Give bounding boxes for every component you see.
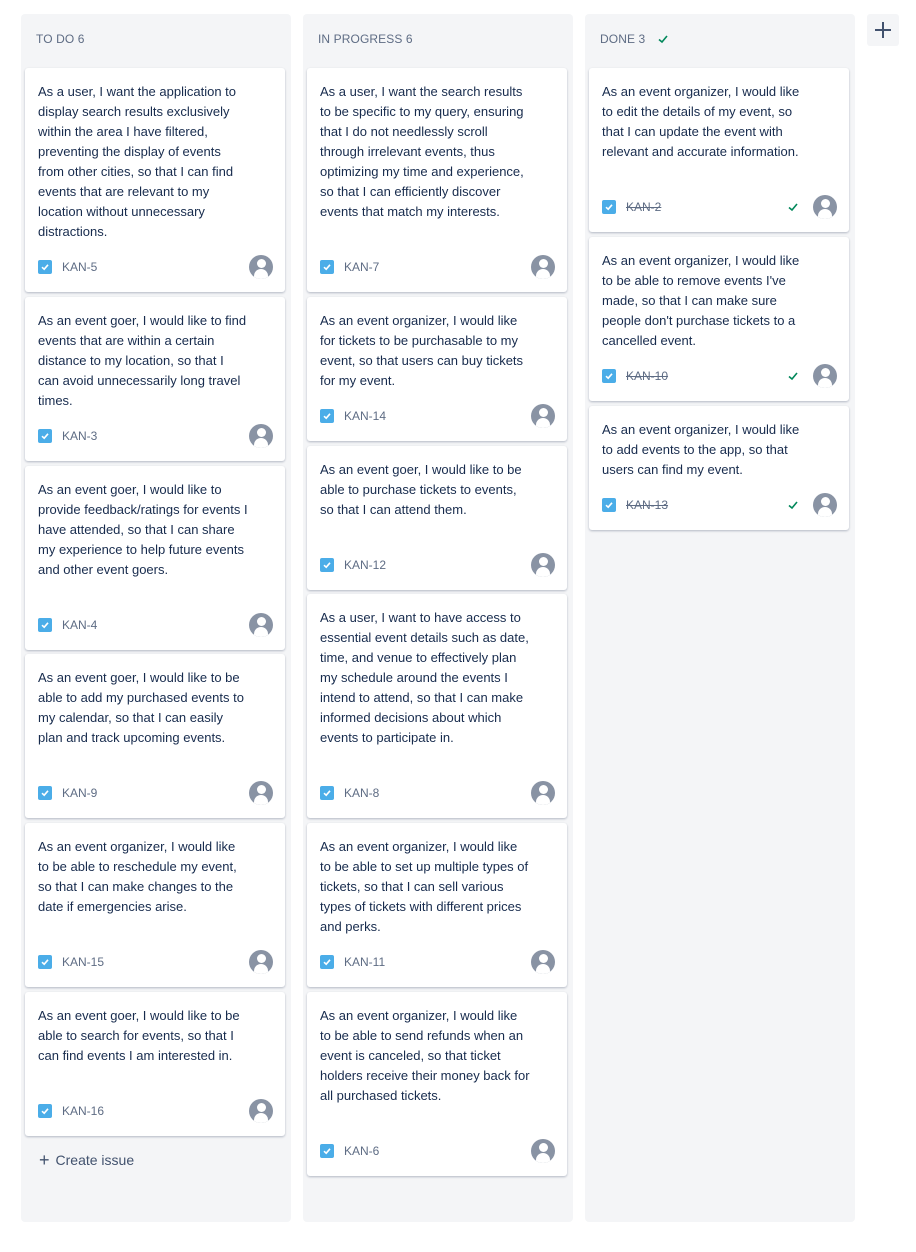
column-header: TO DO 6 xyxy=(36,32,85,46)
card-summary: As an event organizer, I would like to e… xyxy=(602,84,800,159)
assignee-avatar-icon[interactable] xyxy=(813,493,837,517)
issue-card[interactable]: As an event organizer, I would like to b… xyxy=(307,992,567,1176)
issue-key[interactable]: KAN-12 xyxy=(344,558,386,572)
check-icon xyxy=(658,35,668,44)
story-checkbox-icon xyxy=(320,1144,334,1158)
assignee-avatar-icon[interactable] xyxy=(249,781,273,805)
issue-card[interactable]: As an event goer, I would like to be abl… xyxy=(25,654,285,818)
column-title: DONE 3 xyxy=(600,32,646,46)
issue-key[interactable]: KAN-7 xyxy=(344,260,379,274)
column-title: TO DO 6 xyxy=(36,32,85,46)
card-summary: As an event goer, I would like to be abl… xyxy=(38,1008,240,1063)
story-checkbox-icon xyxy=(602,200,616,214)
assignee-avatar-icon[interactable] xyxy=(531,255,555,279)
assignee-avatar-icon[interactable] xyxy=(813,195,837,219)
story-checkbox-icon xyxy=(38,618,52,632)
issue-card[interactable]: As an event organizer, I would like to e… xyxy=(589,68,849,232)
card-summary: As a user, I want the application to dis… xyxy=(38,84,237,239)
story-checkbox-icon xyxy=(320,558,334,572)
issue-card[interactable]: As an event organizer, I would like to b… xyxy=(25,823,285,987)
assignee-avatar-icon[interactable] xyxy=(249,1099,273,1123)
story-checkbox-icon xyxy=(38,1104,52,1118)
issue-card[interactable]: As an event goer, I would like to be abl… xyxy=(25,992,285,1136)
issue-key[interactable]: KAN-6 xyxy=(344,1144,379,1158)
story-checkbox-icon xyxy=(320,409,334,423)
issue-card[interactable]: As an event organizer, I would like to a… xyxy=(589,406,849,530)
plus-icon xyxy=(875,22,891,38)
issue-card[interactable]: As an event goer, I would like to provid… xyxy=(25,466,285,650)
story-checkbox-icon xyxy=(320,786,334,800)
issue-card[interactable]: As a user, I want the search results to … xyxy=(307,68,567,292)
issue-card[interactable]: As an event goer, I would like to find e… xyxy=(25,297,285,461)
card-summary: As an event organizer, I would like to b… xyxy=(320,839,529,934)
plus-icon: + xyxy=(39,1150,50,1170)
done-check-icon xyxy=(788,203,798,212)
assignee-avatar-icon[interactable] xyxy=(531,950,555,974)
issue-key[interactable]: KAN-3 xyxy=(62,429,97,443)
story-checkbox-icon xyxy=(38,260,52,274)
card-summary: As an event organizer, I would like to b… xyxy=(38,839,237,914)
issue-card[interactable]: As an event goer, I would like to be abl… xyxy=(307,446,567,590)
issue-key[interactable]: KAN-10 xyxy=(626,369,668,383)
assignee-avatar-icon[interactable] xyxy=(531,553,555,577)
done-check-icon xyxy=(788,501,798,510)
assignee-avatar-icon[interactable] xyxy=(531,781,555,805)
card-summary: As an event organizer, I would like to a… xyxy=(602,422,800,477)
assignee-avatar-icon[interactable] xyxy=(249,613,273,637)
issue-key[interactable]: KAN-5 xyxy=(62,260,97,274)
issue-key[interactable]: KAN-11 xyxy=(344,955,385,969)
done-check-icon xyxy=(788,372,798,381)
column-header: DONE 3 xyxy=(600,32,669,46)
column-in-progress: IN PROGRESS 6 As a user, I want the sear… xyxy=(303,14,573,1222)
column-title: IN PROGRESS 6 xyxy=(318,32,413,46)
issue-key[interactable]: KAN-13 xyxy=(626,498,668,512)
assignee-avatar-icon[interactable] xyxy=(249,255,273,279)
story-checkbox-icon xyxy=(38,786,52,800)
issue-key[interactable]: KAN-2 xyxy=(626,200,661,214)
issue-card[interactable]: As an event organizer, I would like for … xyxy=(307,297,567,441)
column-header: IN PROGRESS 6 xyxy=(318,32,413,46)
card-summary: As an event goer, I would like to provid… xyxy=(38,482,248,577)
card-summary: As an event goer, I would like to find e… xyxy=(38,313,247,408)
assignee-avatar-icon[interactable] xyxy=(531,1139,555,1163)
issue-card[interactable]: As a user, I want to have access to esse… xyxy=(307,594,567,818)
card-summary: As an event organizer, I would like to b… xyxy=(320,1008,530,1103)
column-done: DONE 3 As an event organizer, I would li… xyxy=(585,14,855,1222)
add-column-button[interactable] xyxy=(867,14,899,46)
story-checkbox-icon xyxy=(602,498,616,512)
issue-key[interactable]: KAN-9 xyxy=(62,786,97,800)
story-checkbox-icon xyxy=(38,955,52,969)
card-summary: As an event goer, I would like to be abl… xyxy=(320,462,522,517)
card-summary: As a user, I want the search results to … xyxy=(320,84,524,219)
assignee-avatar-icon[interactable] xyxy=(249,950,273,974)
story-checkbox-icon xyxy=(602,369,616,383)
assignee-avatar-icon[interactable] xyxy=(813,364,837,388)
create-issue-button[interactable]: + Create issue xyxy=(39,1150,135,1170)
card-summary: As an event organizer, I would like to b… xyxy=(602,253,800,348)
issue-key[interactable]: KAN-14 xyxy=(344,409,386,423)
card-summary: As an event organizer, I would like for … xyxy=(320,313,524,388)
column-todo: TO DO 6 As a user, I want the applicatio… xyxy=(21,14,291,1222)
issue-key[interactable]: KAN-16 xyxy=(62,1104,104,1118)
issue-card[interactable]: As an event organizer, I would like to b… xyxy=(589,237,849,401)
issue-key[interactable]: KAN-4 xyxy=(62,618,97,632)
assignee-avatar-icon[interactable] xyxy=(531,404,555,428)
issue-card[interactable]: As a user, I want the application to dis… xyxy=(25,68,285,292)
card-summary: As a user, I want to have access to esse… xyxy=(320,610,529,745)
assignee-avatar-icon[interactable] xyxy=(249,424,273,448)
story-checkbox-icon xyxy=(320,260,334,274)
issue-key[interactable]: KAN-8 xyxy=(344,786,379,800)
issue-card[interactable]: As an event organizer, I would like to b… xyxy=(307,823,567,987)
story-checkbox-icon xyxy=(320,955,334,969)
create-issue-label: Create issue xyxy=(55,1152,135,1168)
story-checkbox-icon xyxy=(38,429,52,443)
issue-key[interactable]: KAN-15 xyxy=(62,955,104,969)
card-summary: As an event goer, I would like to be abl… xyxy=(38,670,244,745)
